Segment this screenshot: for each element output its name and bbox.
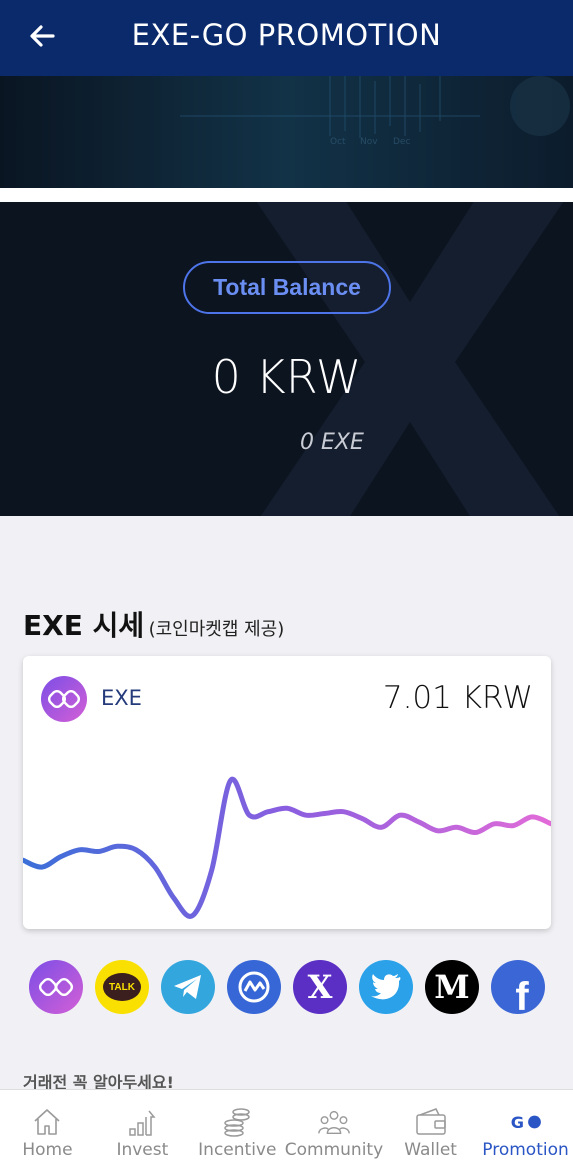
facebook-icon: f	[515, 975, 529, 1014]
page-title: EXE-GO PROMOTION	[131, 18, 442, 52]
app-header: EXE-GO PROMOTION	[0, 0, 573, 76]
nav-invest-label: Invest	[116, 1140, 169, 1160]
nav-invest[interactable]: Invest	[95, 1090, 190, 1164]
banner-graphic: Oct Nov Dec	[0, 76, 573, 188]
telegram-button[interactable]	[161, 960, 215, 1014]
banner-divider	[0, 188, 573, 202]
balance-exe: 0 EXE	[300, 430, 364, 455]
nav-promotion-label: Promotion	[482, 1140, 569, 1160]
balance-krw: 0 KRW	[211, 350, 362, 404]
coinmarketcap-button[interactable]	[227, 960, 281, 1014]
kakao-talk-button[interactable]: TALK	[95, 960, 149, 1014]
twitter-icon	[371, 974, 401, 1000]
price-source: (코인마켓캡 제공)	[148, 619, 285, 640]
exe-logo-icon	[38, 977, 74, 997]
home-icon	[30, 1106, 64, 1138]
go-icon: G	[509, 1106, 543, 1138]
svg-text:Dec: Dec	[393, 137, 410, 147]
nav-incentive-label: Incentive	[198, 1140, 277, 1160]
nav-incentive[interactable]: Incentive	[190, 1090, 285, 1164]
wallet-icon	[414, 1106, 448, 1138]
nav-promotion[interactable]: G Promotion	[478, 1090, 573, 1164]
coin-name: EXE	[101, 686, 142, 710]
people-icon	[317, 1106, 351, 1138]
exe-coin-icon	[41, 676, 87, 722]
kakao-talk-icon: TALK	[103, 973, 141, 1001]
medium-icon: M	[434, 968, 470, 1006]
exe-social-button[interactable]	[29, 960, 83, 1014]
coin-price: 7.01 KRW	[382, 680, 533, 716]
svg-text:Nov: Nov	[360, 137, 378, 147]
twitter-button[interactable]	[359, 960, 413, 1014]
nav-wallet[interactable]: Wallet	[383, 1090, 478, 1164]
nav-wallet-label: Wallet	[404, 1140, 457, 1160]
x-social-button[interactable]: X	[293, 960, 347, 1014]
bottom-nav: Home Invest Incentive Community Wallet G…	[0, 1089, 573, 1164]
nav-community[interactable]: Community	[285, 1090, 383, 1164]
price-chart	[23, 776, 551, 919]
total-balance-badge: Total Balance	[183, 261, 391, 314]
nav-home-label: Home	[22, 1140, 73, 1160]
nav-home[interactable]: Home	[0, 1090, 95, 1164]
promo-banner[interactable]: Oct Nov Dec	[0, 76, 573, 188]
price-title: EXE 시세	[23, 609, 145, 642]
medium-button[interactable]: M	[425, 960, 479, 1014]
price-section-title: EXE 시세 (코인마켓캡 제공)	[23, 604, 284, 644]
bar-chart-icon	[125, 1106, 159, 1138]
svg-text:Oct: Oct	[330, 137, 346, 147]
coinmarketcap-icon	[238, 971, 270, 1003]
nav-community-label: Community	[284, 1140, 384, 1160]
telegram-icon	[174, 975, 201, 999]
social-links: TALK X M f	[29, 960, 549, 1014]
price-line	[23, 776, 551, 919]
coins-icon	[220, 1106, 254, 1138]
x-icon: X	[307, 968, 333, 1006]
balance-panel: Total Balance 0 KRW 0 EXE	[0, 202, 573, 516]
svg-text:G: G	[510, 1113, 523, 1132]
facebook-button[interactable]: f	[491, 960, 545, 1014]
price-card[interactable]: EXE 7.01 KRW	[23, 656, 551, 929]
